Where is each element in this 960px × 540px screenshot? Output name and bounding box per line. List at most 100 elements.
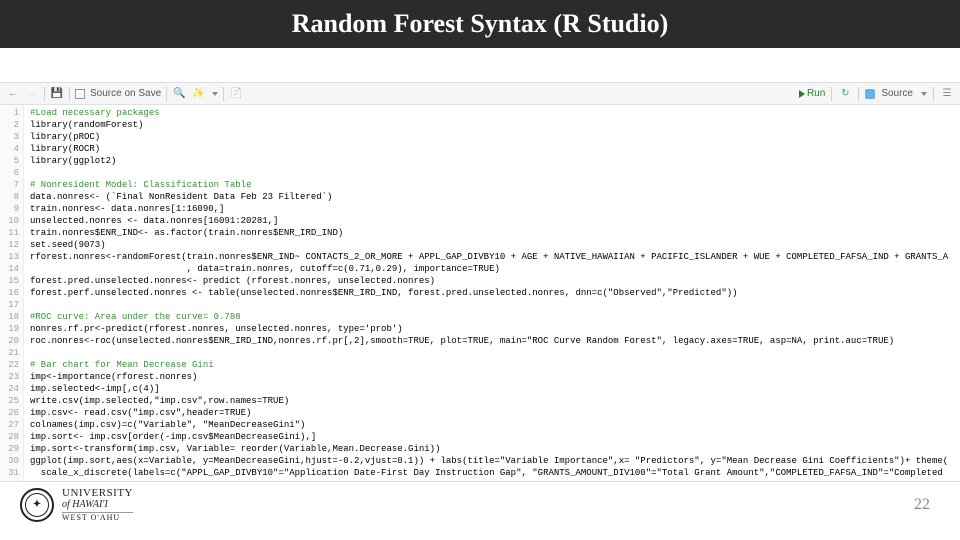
line-number: 28 bbox=[0, 431, 19, 443]
slide-title-bar: Random Forest Syntax (R Studio) bbox=[0, 0, 960, 48]
toolbar-right-group: Run ↻ Source ☰ bbox=[799, 87, 954, 101]
code-line[interactable]: # Nonresident Model: Classification Tabl… bbox=[30, 179, 960, 191]
save-icon[interactable]: 💾 bbox=[50, 87, 64, 101]
code-line[interactable]: imp.sort<- imp.csv[order(-imp.csv$MeanDe… bbox=[30, 431, 960, 443]
separator bbox=[166, 87, 167, 101]
line-number: 6 bbox=[0, 167, 19, 179]
code-line[interactable]: #ROC curve: Area under the curve= 0.788 bbox=[30, 311, 960, 323]
line-number: 9 bbox=[0, 203, 19, 215]
line-number-gutter: 1234567891011121314151617181920212223242… bbox=[0, 105, 24, 481]
report-icon[interactable]: 📄 bbox=[229, 87, 243, 101]
run-label: Run bbox=[807, 88, 825, 99]
line-number: 23 bbox=[0, 371, 19, 383]
separator bbox=[69, 87, 70, 101]
code-line[interactable]: imp.csv<- read.csv("imp.csv",header=TRUE… bbox=[30, 407, 960, 419]
source-button[interactable]: Source bbox=[881, 88, 913, 99]
code-line[interactable]: colnames(imp.csv)=c("Variable", "MeanDec… bbox=[30, 419, 960, 431]
code-line[interactable]: set.seed(9073) bbox=[30, 239, 960, 251]
code-line[interactable]: library(ggplot2) bbox=[30, 155, 960, 167]
line-number: 19 bbox=[0, 323, 19, 335]
separator bbox=[44, 87, 45, 101]
university-text: UNIVERSITY of HAWAI'I WEST O'AHU bbox=[62, 487, 133, 523]
source-on-save-label: Source on Save bbox=[90, 88, 161, 99]
code-line[interactable]: # Bar chart for Mean Decrease Gini bbox=[30, 359, 960, 371]
code-line[interactable] bbox=[30, 299, 960, 311]
slide-footer: ✦ UNIVERSITY of HAWAI'I WEST O'AHU 22 bbox=[0, 470, 960, 540]
line-number: 24 bbox=[0, 383, 19, 395]
slide-title: Random Forest Syntax (R Studio) bbox=[292, 9, 669, 39]
wand-dropdown-icon[interactable] bbox=[212, 92, 218, 96]
code-area[interactable]: 1234567891011121314151617181920212223242… bbox=[0, 105, 960, 481]
line-number: 3 bbox=[0, 131, 19, 143]
code-line[interactable]: #Load necessary packages bbox=[30, 107, 960, 119]
code-line[interactable]: imp.sort<-transform(imp.csv, Variable= r… bbox=[30, 443, 960, 455]
code-line[interactable]: library(pROC) bbox=[30, 131, 960, 143]
code-line[interactable]: imp<-importance(rforest.nonres) bbox=[30, 371, 960, 383]
run-button[interactable]: Run bbox=[799, 88, 825, 99]
university-logo: ✦ UNIVERSITY of HAWAI'I WEST O'AHU bbox=[20, 487, 133, 523]
separator bbox=[858, 87, 859, 101]
run-icon bbox=[799, 90, 805, 98]
code-line[interactable]: write.csv(imp.selected,"imp.csv",row.nam… bbox=[30, 395, 960, 407]
line-number: 11 bbox=[0, 227, 19, 239]
source-on-save-checkbox[interactable] bbox=[75, 89, 85, 99]
code-line[interactable]: library(randomForest) bbox=[30, 119, 960, 131]
code-line[interactable] bbox=[30, 167, 960, 179]
outline-icon[interactable]: ☰ bbox=[940, 87, 954, 101]
line-number: 26 bbox=[0, 407, 19, 419]
code-line[interactable]: train.nonres<- data.nonres[1:16090,] bbox=[30, 203, 960, 215]
separator bbox=[933, 87, 934, 101]
source-icon bbox=[865, 89, 875, 99]
wand-icon[interactable]: ✨ bbox=[191, 87, 205, 101]
code-line[interactable]: imp.selected<-imp[,c(4)] bbox=[30, 383, 960, 395]
line-number: 12 bbox=[0, 239, 19, 251]
code-line[interactable]: nonres.rf.pr<-predict(rforest.nonres, un… bbox=[30, 323, 960, 335]
code-line[interactable]: data.nonres<- (`Final NonResident Data F… bbox=[30, 191, 960, 203]
line-number: 30 bbox=[0, 455, 19, 467]
code-line[interactable]: rforest.nonres<-randomForest(train.nonre… bbox=[30, 251, 960, 263]
code-line[interactable]: forest.perf.unselected.nonres <- table(u… bbox=[30, 287, 960, 299]
line-number: 21 bbox=[0, 347, 19, 359]
find-icon[interactable]: 🔍 bbox=[172, 87, 186, 101]
line-number: 22 bbox=[0, 359, 19, 371]
line-number: 17 bbox=[0, 299, 19, 311]
line-number: 7 bbox=[0, 179, 19, 191]
university-seal-icon: ✦ bbox=[20, 488, 54, 522]
line-number: 27 bbox=[0, 419, 19, 431]
line-number: 16 bbox=[0, 287, 19, 299]
line-number: 1 bbox=[0, 107, 19, 119]
rstudio-editor: ← → 💾 Source on Save 🔍 ✨ 📄 Run ↻ Source bbox=[0, 82, 960, 482]
line-number: 29 bbox=[0, 443, 19, 455]
line-number: 4 bbox=[0, 143, 19, 155]
line-number: 20 bbox=[0, 335, 19, 347]
university-line1: UNIVERSITY bbox=[62, 487, 133, 499]
toolbar-left-group: ← → 💾 Source on Save 🔍 ✨ 📄 bbox=[6, 87, 243, 101]
separator bbox=[831, 87, 832, 101]
page-number: 22 bbox=[914, 496, 930, 514]
code-line[interactable]: train.nonres$ENR_IND<- as.factor(train.n… bbox=[30, 227, 960, 239]
line-number: 18 bbox=[0, 311, 19, 323]
rerun-icon[interactable]: ↻ bbox=[838, 87, 852, 101]
line-number: 14 bbox=[0, 263, 19, 275]
code-line[interactable]: roc.nonres<-roc(unselected.nonres$ENR_IR… bbox=[30, 335, 960, 347]
university-line2: of HAWAI'I bbox=[62, 499, 133, 510]
code-line[interactable]: unselected.nonres <- data.nonres[16091:2… bbox=[30, 215, 960, 227]
line-number: 5 bbox=[0, 155, 19, 167]
code-content[interactable]: #Load necessary packageslibrary(randomFo… bbox=[24, 105, 960, 481]
back-icon[interactable]: ← bbox=[6, 87, 20, 101]
line-number: 13 bbox=[0, 251, 19, 263]
source-dropdown-icon[interactable] bbox=[921, 92, 927, 96]
line-number: 2 bbox=[0, 119, 19, 131]
code-line[interactable] bbox=[30, 347, 960, 359]
code-line[interactable]: library(ROCR) bbox=[30, 143, 960, 155]
line-number: 10 bbox=[0, 215, 19, 227]
code-line[interactable]: forest.pred.unselected.nonres<- predict … bbox=[30, 275, 960, 287]
line-number: 25 bbox=[0, 395, 19, 407]
forward-icon[interactable]: → bbox=[25, 87, 39, 101]
code-line[interactable]: ggplot(imp.sort,aes(x=Variable, y=MeanDe… bbox=[30, 455, 960, 467]
line-number: 15 bbox=[0, 275, 19, 287]
code-line[interactable]: , data=train.nonres, cutoff=c(0.71,0.29)… bbox=[30, 263, 960, 275]
line-number: 8 bbox=[0, 191, 19, 203]
university-line3: WEST O'AHU bbox=[62, 512, 133, 523]
spacer bbox=[0, 48, 960, 82]
